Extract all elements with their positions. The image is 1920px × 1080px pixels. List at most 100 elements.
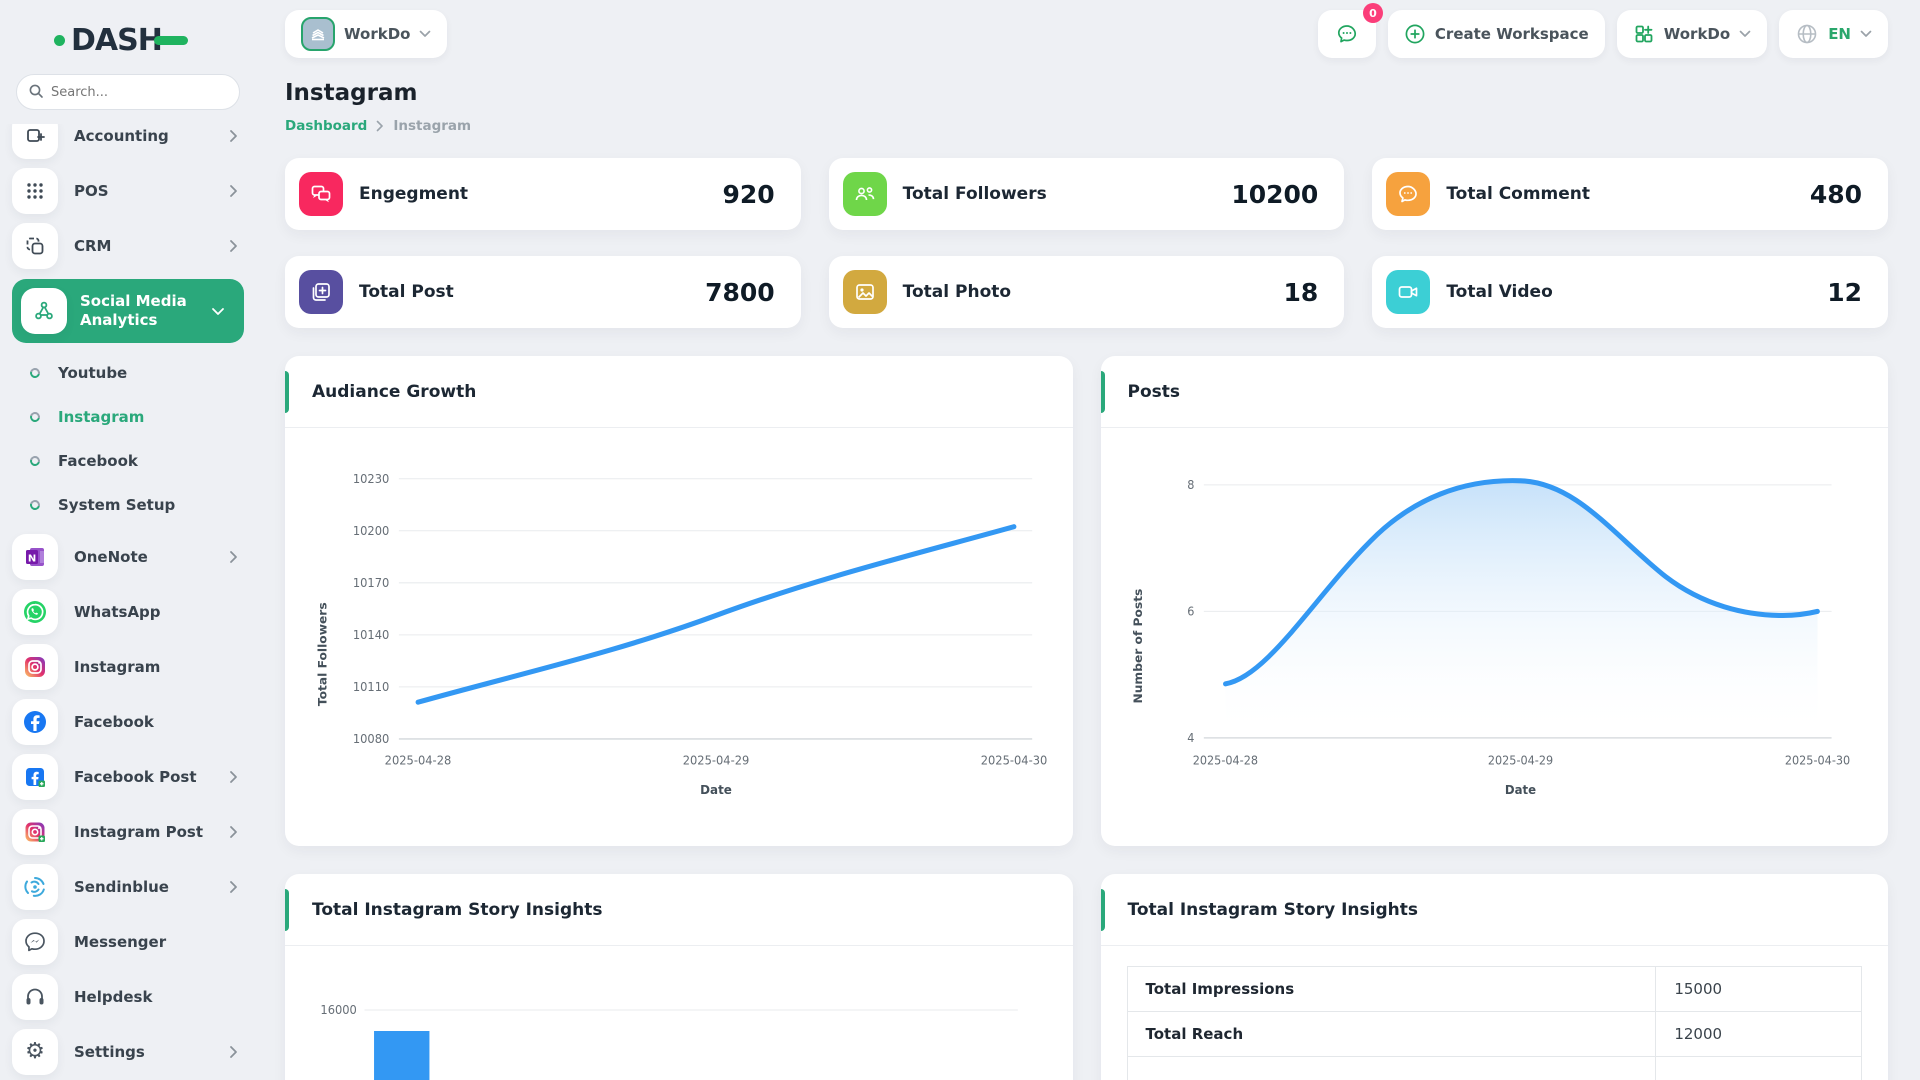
sidebar-subitem-instagram[interactable]: Instagram [30, 397, 244, 437]
story-insights-bar-chart[interactable]: 16000 [285, 946, 1073, 1080]
accent-bar [285, 371, 289, 413]
accent-bar [1101, 889, 1105, 931]
chevron-down-icon [1739, 30, 1751, 38]
chevron-right-icon [229, 1045, 238, 1059]
instagram-icon [12, 644, 58, 690]
sidebar-item-instagram[interactable]: Instagram [12, 644, 244, 690]
workspace-avatar [301, 17, 335, 51]
story-insights-table-wrap: Total Impressions 15000 Total Reach 1200… [1101, 966, 1889, 1080]
logo-dot-icon [54, 35, 65, 46]
card-header: Total Instagram Story Insights [285, 874, 1073, 946]
page-header: Instagram Dashboard Instagram [285, 80, 1888, 134]
card-header: Audiance Growth [285, 356, 1073, 428]
chevron-right-icon [229, 825, 238, 839]
svg-text:4: 4 [1187, 731, 1194, 746]
gear-icon: ⚙ [12, 1029, 58, 1075]
svg-text:2025-04-29: 2025-04-29 [1487, 753, 1552, 768]
sidebar-item-pos[interactable]: POS [12, 168, 244, 214]
whatsapp-icon [12, 589, 58, 635]
svg-text:2025-04-28: 2025-04-28 [1192, 753, 1257, 768]
sidebar-item-onenote[interactable]: N OneNote [12, 534, 244, 580]
svg-text:10080: 10080 [353, 732, 389, 746]
plus-circle-icon [1404, 23, 1426, 45]
comment-icon [1386, 172, 1430, 216]
stat-card-total-video: Total Video 12 [1372, 256, 1888, 328]
workspace-button[interactable]: WorkDo [285, 10, 447, 58]
card-header: Total Instagram Story Insights [1101, 874, 1889, 946]
video-icon [1386, 270, 1430, 314]
sidebar-item-sendinblue[interactable]: Sendinblue [12, 864, 244, 910]
posts-chart[interactable]: Number of Posts 8 6 4 2025-04-28 [1101, 428, 1889, 846]
chat-bubble-icon [1335, 22, 1359, 46]
stat-label: Total Video [1446, 282, 1827, 302]
story-insights-table-card: Total Instagram Story Insights Total Imp… [1101, 874, 1889, 1080]
sidebar-subitem-facebook[interactable]: Facebook [30, 441, 244, 481]
bullet-icon [28, 410, 42, 424]
search-icon [28, 83, 45, 100]
language-selector[interactable]: EN [1779, 10, 1888, 58]
sidebar-item-whatsapp[interactable]: WhatsApp [12, 589, 244, 635]
sidebar-subitem-system-setup[interactable]: System Setup [30, 485, 244, 525]
sidebar-subitem-label: Instagram [58, 408, 144, 426]
accent-bar [285, 889, 289, 931]
stat-value: 18 [1284, 278, 1319, 307]
svg-text:2025-04-30: 2025-04-30 [1784, 753, 1849, 768]
search-input[interactable] [16, 74, 240, 110]
chevron-down-icon [211, 307, 225, 316]
stats-grid: Engegment 920 Total Followers 10200 Tota… [285, 158, 1888, 328]
sidebar-subitem-label: Youtube [58, 364, 127, 382]
helpdesk-icon [12, 974, 58, 1020]
facebook-post-icon [12, 754, 58, 800]
svg-text:N: N [28, 554, 36, 565]
audience-growth-chart[interactable]: Total Followers 10230 10200 10170 10140 [285, 428, 1073, 846]
svg-text:6: 6 [1187, 604, 1194, 619]
sidebar-item-messenger[interactable]: Messenger [12, 919, 244, 965]
chevron-right-icon [229, 550, 238, 564]
accent-bar [1101, 371, 1105, 413]
sidebar-item-settings[interactable]: ⚙ Settings [12, 1029, 244, 1075]
workspace-switcher-button[interactable]: WorkDo [1617, 10, 1767, 58]
sidebar-item-helpdesk[interactable]: Helpdesk [12, 974, 244, 1020]
language-label: EN [1828, 25, 1851, 43]
charts-row: Audiance Growth Total Followers 10230 [285, 356, 1888, 846]
app-logo[interactable]: DASH [16, 22, 240, 58]
stat-card-engagement: Engegment 920 [285, 158, 801, 230]
stat-label: Total Post [359, 282, 705, 302]
sidebar-item-facebook-post[interactable]: Facebook Post [12, 754, 244, 800]
svg-text:2025-04-28: 2025-04-28 [385, 753, 452, 767]
messages-button[interactable]: 0 [1318, 10, 1376, 58]
sidebar-item-label: OneNote [74, 548, 213, 566]
notification-badge: 0 [1363, 3, 1383, 23]
sidebar-top: DASH [0, 0, 256, 124]
svg-text:10200: 10200 [353, 524, 389, 538]
breadcrumb-current: Instagram [393, 118, 471, 134]
create-workspace-button[interactable]: Create Workspace [1388, 10, 1605, 58]
svg-text:10140: 10140 [353, 628, 389, 642]
sidebar-item-label: Instagram Post [74, 823, 213, 841]
share-nodes-icon [21, 288, 67, 334]
photo-icon [843, 270, 887, 314]
engagement-icon [299, 172, 343, 216]
chart-title: Posts [1128, 382, 1181, 402]
chevron-right-icon [229, 129, 238, 143]
stat-value: 10200 [1231, 180, 1318, 209]
svg-text:10110: 10110 [353, 680, 389, 694]
sidebar: DASH Accounting POS CRM [0, 0, 256, 1080]
main-content: WorkDo 0 Create Workspace WorkDo EN Inst… [256, 0, 1920, 1080]
sidebar-subitem-youtube[interactable]: Youtube [30, 353, 244, 393]
metric-value: 12000 [1656, 1012, 1862, 1057]
sidebar-item-instagram-post[interactable]: Instagram Post [12, 809, 244, 855]
sidebar-item-facebook[interactable]: Facebook [12, 699, 244, 745]
breadcrumb-dashboard-link[interactable]: Dashboard [285, 118, 367, 134]
breadcrumb: Dashboard Instagram [285, 118, 1888, 134]
post-icon [299, 270, 343, 314]
page-title: Instagram [285, 80, 1888, 106]
story-insights-chart-card: Total Instagram Story Insights 16000 [285, 874, 1073, 1080]
sidebar-item-social-media-analytics[interactable]: Social Media Analytics [12, 279, 244, 343]
sidebar-item-label: Social Media Analytics [80, 292, 198, 330]
svg-text:Total Followers: Total Followers [316, 602, 330, 706]
stat-card-total-photo: Total Photo 18 [829, 256, 1345, 328]
posts-card: Posts Number of Posts 8 6 4 [1101, 356, 1889, 846]
sidebar-item-crm[interactable]: CRM [12, 223, 244, 269]
bullet-icon [28, 454, 42, 468]
